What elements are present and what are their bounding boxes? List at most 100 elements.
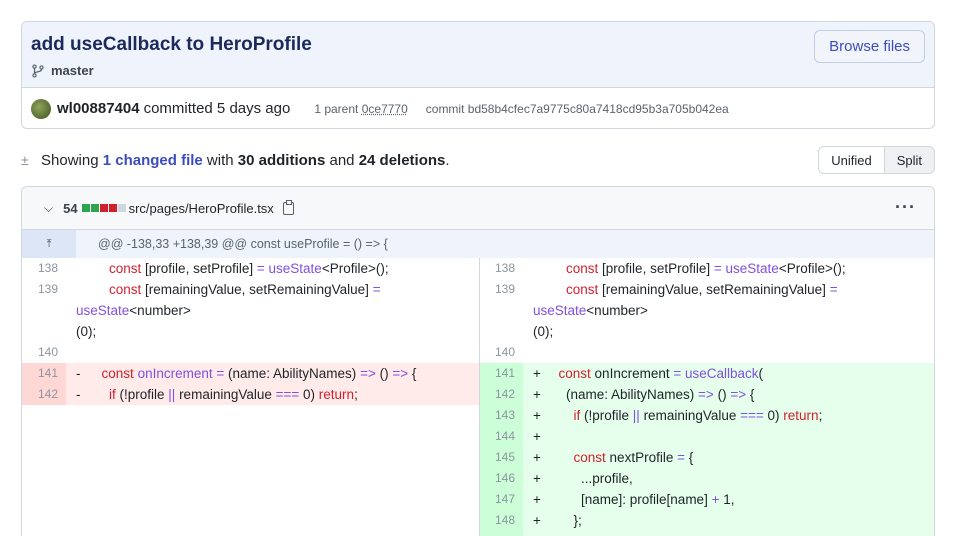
code-line: const [remainingValue, setRemainingValue… [523,279,934,342]
context-line: 139 const [remainingValue, setRemainingV… [22,279,479,342]
deleted-line: 142- if (!profile || remainingValue === … [22,384,479,405]
code-line: + const nextProfile = { [523,447,934,468]
added-line: 149 + [479,531,934,536]
line-number[interactable]: 138 [22,258,66,279]
code-line: - if (!profile || remainingValue === 0) … [66,384,479,405]
added-line: 144 + [479,426,934,447]
code-text: const [profile, setProfile] = useState<P… [109,261,389,276]
deleted-line: 141- const onIncrement = (name: AbilityN… [22,363,479,384]
context-line: 138 const [profile, setProfile] = useSta… [479,258,934,279]
right-side: 138 const [profile, setProfile] = useSta… [479,258,934,536]
hunk-header: ⤒ @@ -138,33 +138,39 @@ const useProfile… [22,230,934,258]
avatar[interactable] [31,98,51,119]
code-line: + [523,426,934,447]
line-number[interactable]: 146 [479,468,523,489]
diffstat-block [117,204,126,212]
summary-end: . [445,151,450,169]
change-count: 54 [63,200,78,216]
deletions-count: 24 deletions [358,151,446,169]
summary-with: with [206,151,234,169]
added-line: 145 + const nextProfile = { [479,447,934,468]
line-number[interactable]: 139 [22,279,66,342]
code-line: + [name]: profile[name] + 1, [523,489,934,510]
code-text: if (!profile || remainingValue === 0) re… [573,408,823,423]
diff-summary: ± Showing 1 changed file with 30 additio… [21,146,935,174]
line-number[interactable]: 142 [479,384,523,405]
context-line: 140 [22,342,479,363]
code-text: (name: AbilityNames) => () => { [551,387,755,402]
code-line: + [523,531,934,536]
diff-icon: ± [21,152,29,168]
left-side: 138 const [profile, setProfile] = useSta… [22,258,479,405]
parent-sha-link[interactable]: 0ce7770 [362,102,408,116]
diff-sign: - [76,387,81,402]
line-number[interactable]: 140 [479,342,523,363]
code-line: const [profile, setProfile] = useState<P… [66,258,479,279]
diff-sign: + [533,513,541,528]
expand-up-icon[interactable]: ⤒ [22,230,76,258]
summary-and: and [329,151,355,169]
diff-sign: + [533,492,541,507]
line-number[interactable]: 147 [479,489,523,510]
line-number[interactable]: 139 [479,279,523,342]
file-path-link[interactable]: src/pages/HeroProfile.tsx [129,201,274,216]
diff-sign: + [533,408,541,423]
author-link[interactable]: wl00887404 [57,100,140,117]
diffstat-blocks [81,204,126,212]
commit-title-bar: add useCallback to HeroProfile master Br… [22,22,934,88]
commit-header: add useCallback to HeroProfile master Br… [21,21,935,129]
code-line: + (name: AbilityNames) => () => { [523,384,934,405]
diff-sign: + [533,531,551,536]
context-line: 140 [479,342,934,363]
line-number[interactable]: 143 [479,405,523,426]
line-number[interactable]: 149 [479,531,523,536]
parent-label: 1 parent [314,101,359,116]
line-number[interactable]: 144 [479,426,523,447]
added-line: 147 + [name]: profile[name] + 1, [479,489,934,510]
more-options-icon[interactable]: ··· [895,197,916,218]
unified-view-button[interactable]: Unified [819,147,885,173]
parent-info: 1 parent 0ce7770 [314,102,407,116]
diff-sign: + [533,471,541,486]
code-line: + if (!profile || remainingValue === 0) … [523,405,934,426]
code-text: const [remainingValue, setRemainingValue… [76,282,381,339]
branch-name[interactable]: master [51,63,94,78]
code-text: ...profile, [551,471,633,486]
chevron-down-icon[interactable]: ⌵ [44,201,53,216]
context-line: 138 const [profile, setProfile] = useSta… [22,258,479,279]
file-header: ⌵ 54 src/pages/HeroProfile.tsx ··· [22,187,934,230]
changed-files-link[interactable]: 1 changed file [103,152,203,169]
diffstat-block [108,204,117,212]
commit-time: committed 5 days ago [143,100,291,117]
line-number[interactable]: 138 [479,258,523,279]
line-number[interactable]: 141 [479,363,523,384]
browse-files-button[interactable]: Browse files [814,30,925,63]
copy-icon[interactable] [282,199,294,215]
diff-sign: - [76,366,81,381]
line-number[interactable]: 140 [22,342,66,363]
branch-info[interactable]: master [31,63,94,78]
code-text: const nextProfile = { [573,450,694,465]
line-number[interactable]: 141 [22,363,66,384]
code-text: const [remainingValue, setRemainingValue… [533,282,838,339]
line-number[interactable]: 148 [479,510,523,531]
code-line: + const onIncrement = useCallback( [523,363,934,384]
view-toggle: Unified Split [818,146,935,174]
added-line: 146 + ...profile, [479,468,934,489]
line-number[interactable]: 145 [479,447,523,468]
file-diff: ⌵ 54 src/pages/HeroProfile.tsx ··· ⤒ @@ … [21,186,935,536]
diff-sign: + [533,366,541,381]
code-text: const [profile, setProfile] = useState<P… [566,261,846,276]
added-line: 143 + if (!profile || remainingValue === … [479,405,934,426]
diff-sign: + [533,450,541,465]
code-line: + ...profile, [523,468,934,489]
code-line: - const onIncrement = (name: AbilityName… [66,363,479,384]
git-branch-icon [32,63,44,78]
diffstat-block [81,204,90,212]
split-view-button[interactable]: Split [884,147,934,173]
code-text: const onIncrement = (name: AbilityNames)… [101,366,417,381]
added-line: 142 + (name: AbilityNames) => () => { [479,384,934,405]
summary-prefix: Showing [41,151,99,169]
line-number[interactable]: 142 [22,384,66,405]
